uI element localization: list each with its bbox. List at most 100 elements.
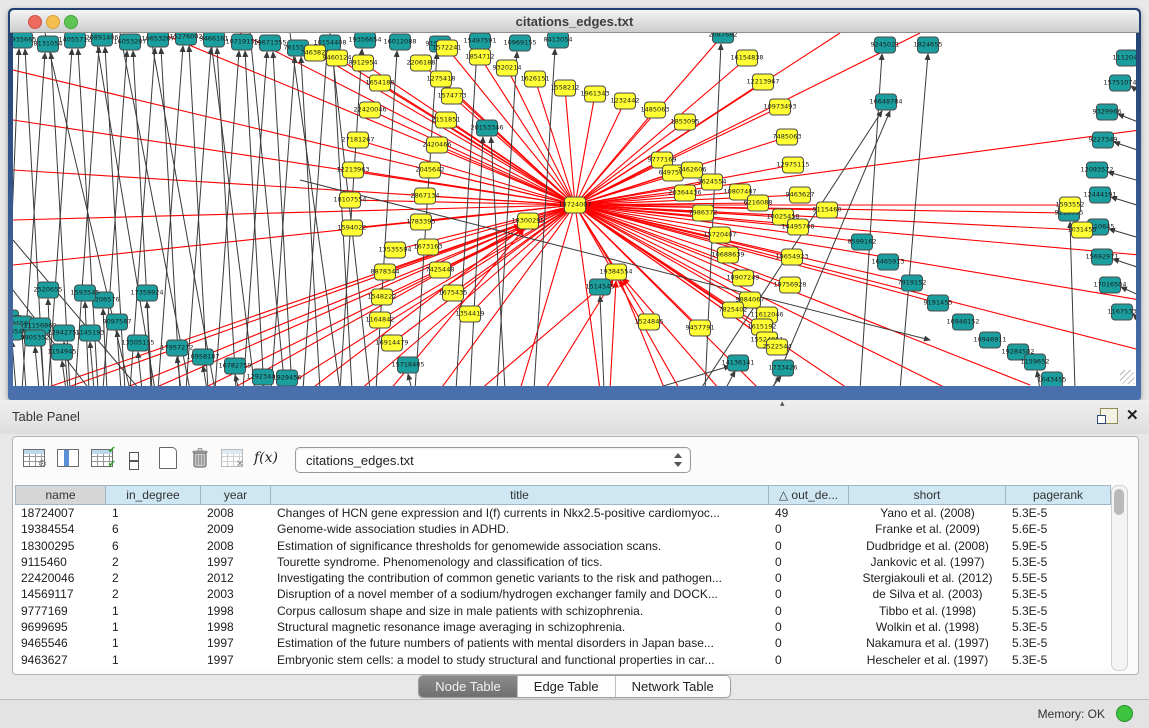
column-header-in_degree[interactable]: in_degree	[106, 485, 201, 505]
graph-node[interactable]: 1145193	[76, 325, 105, 341]
table-scrollbar[interactable]	[1111, 485, 1128, 671]
graph-node[interactable]: 9097587	[103, 314, 132, 330]
table-row[interactable]: 2242004622012Investigating the contribut…	[15, 570, 1111, 586]
graph-node[interactable]: 1673163	[414, 239, 443, 255]
float-panel-icon[interactable]	[1100, 408, 1118, 424]
graph-node[interactable]: 1675435	[439, 285, 468, 301]
column-header-year[interactable]: year	[201, 485, 271, 505]
graph-node[interactable]: 9329966	[1093, 104, 1122, 120]
table-row[interactable]: 911546021997Tourette syndrome. Phenomeno…	[15, 554, 1111, 570]
graph-node[interactable]: 1164842	[366, 312, 395, 328]
graph-node[interactable]: 8878344	[371, 264, 400, 280]
graph-node[interactable]: 10946911	[973, 332, 1006, 348]
graph-node[interactable]: 1854712	[466, 49, 495, 65]
table-row[interactable]: 1830029562008Estimation of significance …	[15, 538, 1111, 554]
graph-node[interactable]: 1574773	[438, 88, 467, 104]
graph-node[interactable]: 9191455	[924, 295, 953, 311]
column-header-name[interactable]: name	[15, 485, 106, 505]
graph-node[interactable]: 16154838	[730, 50, 763, 66]
tab-node-table[interactable]: Node Table	[419, 676, 518, 697]
table-row[interactable]: 977716911998Corpus callosum shape and si…	[15, 603, 1111, 619]
graph-node[interactable]: 1275418	[427, 71, 456, 87]
graph-node[interactable]: 2420466	[423, 137, 452, 153]
graph-node[interactable]: 19654923	[775, 249, 808, 265]
function-builder-icon[interactable]: f(x)	[253, 445, 279, 471]
graph-node[interactable]: 19384554	[599, 264, 632, 280]
graph-node[interactable]: 16946152	[946, 314, 979, 330]
graph-node[interactable]: 19356654	[348, 33, 381, 48]
graph-node[interactable]: 9460124	[323, 50, 352, 66]
column-header-title[interactable]: title	[271, 485, 769, 505]
graph-node[interactable]: 1354419	[456, 306, 485, 322]
tab-edge-table[interactable]: Edge Table	[518, 676, 616, 697]
graph-node[interactable]: 1572241	[433, 40, 462, 56]
graph-node[interactable]: 6216088	[744, 195, 773, 211]
graph-node[interactable]: 1167533	[1108, 304, 1136, 320]
graph-node[interactable]: 1112045	[1113, 50, 1136, 66]
graph-node[interactable]: 10969155	[503, 35, 536, 51]
graph-node[interactable]: 1043455	[1038, 372, 1067, 386]
graph-node[interactable]: 1853095	[671, 114, 700, 130]
graph-node[interactable]: 7919152	[898, 275, 927, 291]
graph-node[interactable]: 2151851	[432, 112, 461, 128]
graph-node[interactable]: 8599162	[848, 234, 877, 250]
network-canvas[interactable]: 1935665813105414055712208914061605328710…	[13, 33, 1136, 386]
graph-node[interactable]: 9457791	[686, 320, 715, 336]
graph-node[interactable]: 12213967	[746, 74, 779, 90]
graph-node[interactable]: 1031455	[1068, 222, 1097, 238]
graph-node[interactable]: 1514545	[586, 279, 615, 295]
table-selector-dropdown[interactable]: citations_edges.txt	[295, 447, 691, 473]
graph-node[interactable]: 14136141	[721, 355, 754, 371]
graph-node[interactable]: 12213963	[336, 162, 369, 178]
graph-node[interactable]: 27181267	[341, 132, 374, 148]
graph-node[interactable]: 15276002	[169, 33, 202, 45]
graph-node[interactable]: 1159652	[1021, 354, 1050, 370]
graph-node[interactable]: 2522544	[763, 339, 792, 355]
column-header-out_de[interactable]: △ out_de...	[769, 485, 849, 505]
graph-node[interactable]: 1232442	[611, 93, 640, 109]
graph-node[interactable]: 1548222	[368, 289, 397, 305]
graph-node[interactable]: 15718485	[391, 357, 424, 373]
graph-node[interactable]: 13535594	[378, 242, 411, 258]
new-column-icon[interactable]	[155, 445, 181, 471]
graph-node[interactable]: 16012088	[383, 34, 416, 50]
graph-node[interactable]: 5905352	[21, 330, 50, 346]
resize-grip-icon[interactable]	[1120, 370, 1134, 384]
column-header-short[interactable]: short	[849, 485, 1006, 505]
graph-node[interactable]: 2867134	[411, 188, 440, 204]
graph-node[interactable]: 2045642	[416, 162, 445, 178]
graph-node[interactable]: 12975115	[776, 157, 809, 173]
network-graph[interactable]: 1935665813105414055712208914061605328710…	[13, 33, 1136, 386]
graph-node[interactable]: 9466161	[200, 33, 229, 47]
graph-node[interactable]: 17359924	[130, 285, 163, 301]
table-row[interactable]: 946554611997Estimation of the future num…	[15, 635, 1111, 651]
table-row[interactable]: 969969511998Structural magnetic resonanc…	[15, 619, 1111, 635]
table-row[interactable]: 1872400712008Changes of HCN gene express…	[15, 505, 1111, 521]
graph-node[interactable]: 9227349	[1089, 132, 1118, 148]
tab-network-table[interactable]: Network Table	[616, 676, 730, 697]
graph-node[interactable]: 1154945	[48, 344, 77, 360]
graph-node[interactable]: 9463627	[786, 187, 815, 203]
graph-node[interactable]: 12093572	[1080, 162, 1113, 178]
graph-node[interactable]: 1594022	[338, 220, 367, 236]
graph-node[interactable]: 9115460	[813, 202, 842, 218]
graph-node[interactable]: 18107554	[333, 192, 366, 208]
graph-node[interactable]: 16648784	[869, 94, 902, 110]
graph-node[interactable]: 17016504	[1093, 277, 1126, 293]
graph-node[interactable]: 8413054	[544, 33, 573, 48]
graph-node[interactable]: 2087682	[709, 33, 738, 43]
table-mode-icon[interactable]: ⚙	[21, 445, 47, 471]
graph-node[interactable]: 1558212	[551, 80, 580, 96]
graph-node[interactable]: 7425448	[426, 262, 455, 278]
graph-node[interactable]: 3624554	[698, 174, 727, 190]
graph-node[interactable]: 16914479	[375, 335, 408, 351]
graph-node[interactable]: 1593552	[1056, 197, 1085, 213]
graph-node[interactable]: 15497591	[463, 33, 496, 49]
graph-node[interactable]: 7986372	[689, 205, 718, 221]
graph-node[interactable]: 19756928	[773, 277, 806, 293]
delete-column-icon[interactable]	[187, 445, 213, 471]
graph-node[interactable]: 7825402	[719, 302, 748, 318]
graph-node[interactable]: 1824655	[914, 37, 943, 53]
graph-node[interactable]: 9245021	[871, 37, 900, 53]
graph-node[interactable]: 1485063	[641, 102, 670, 118]
